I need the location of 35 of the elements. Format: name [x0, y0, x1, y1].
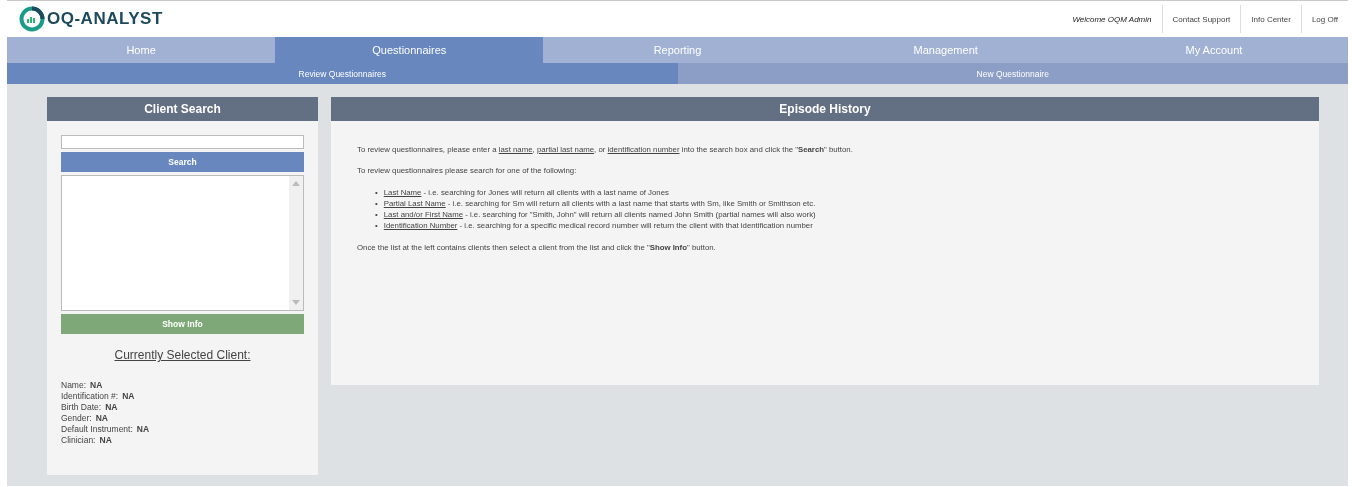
header-link[interactable]: Log Off [1300, 5, 1348, 33]
subnav-tab[interactable]: New Questionnaire [677, 63, 1348, 84]
field-label: Identification #: [61, 391, 119, 402]
logo-icon [19, 6, 45, 32]
field-value: NA [105, 402, 118, 413]
search-button[interactable]: Search [61, 152, 304, 172]
field-value: NA [90, 380, 103, 391]
scroll-up-icon[interactable] [292, 180, 300, 186]
header-link[interactable]: Info Center [1240, 5, 1301, 33]
scroll-down-icon[interactable] [292, 300, 300, 306]
search-field[interactable] [61, 135, 304, 149]
field-label: Name: [61, 380, 87, 391]
field-value: NA [136, 424, 150, 435]
field-value: NA [122, 391, 135, 402]
welcome-text: Welcome OQM Admin [1071, 14, 1153, 24]
field-value: NA [99, 435, 112, 446]
nav-tab[interactable]: My Account [1079, 37, 1348, 63]
nav-tab[interactable]: Home [7, 37, 276, 63]
field-label: Birth Date: [61, 402, 102, 413]
nav-tab[interactable]: Reporting [543, 37, 812, 63]
subnav-tab[interactable]: Review Questionnaires [7, 63, 678, 84]
client-list[interactable] [61, 175, 304, 311]
panel-title: Episode History [331, 97, 1319, 121]
logo-text: OQ-ANALYST [47, 9, 163, 29]
show-info-button[interactable]: Show Info [61, 314, 304, 334]
nav-tab[interactable]: Questionnaires [275, 37, 544, 63]
panel-title: Client Search [47, 97, 318, 121]
field-label: Default Instrument: [61, 424, 133, 435]
selected-client-heading: Currently Selected Client: [113, 348, 252, 362]
field-label: Clinician: [61, 435, 96, 446]
nav-tab[interactable]: Management [811, 37, 1080, 63]
field-label: Gender: [61, 413, 92, 424]
header-link[interactable]: Contact Support [1161, 5, 1241, 33]
field-value: NA [95, 413, 108, 424]
scrollbar[interactable] [289, 176, 303, 310]
